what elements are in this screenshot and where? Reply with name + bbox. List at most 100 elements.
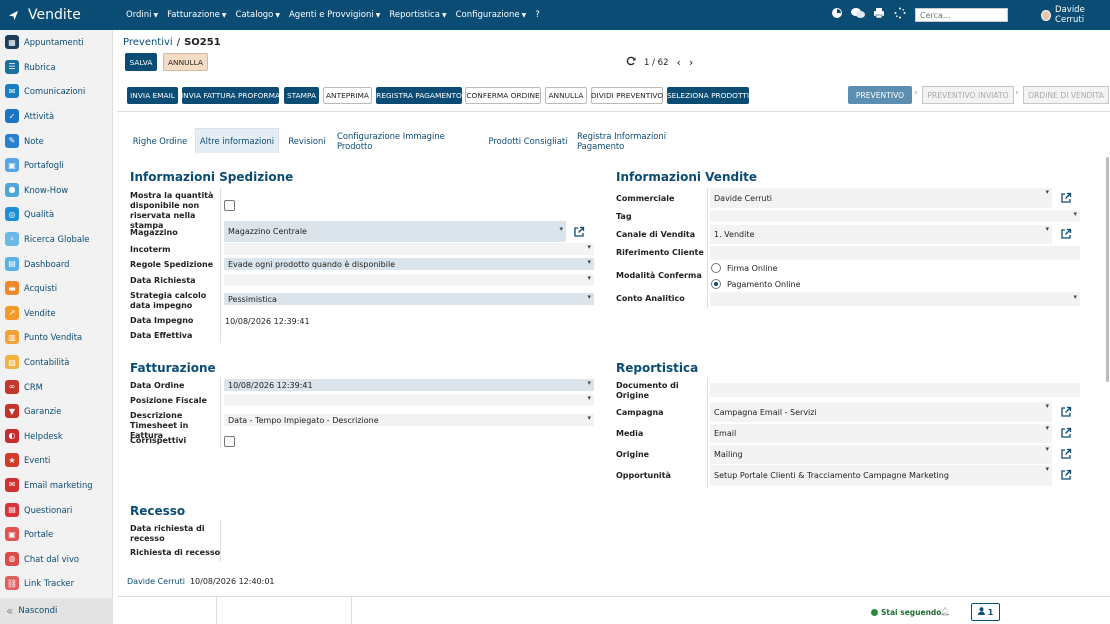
sidebar-item-label: Comunicazioni bbox=[24, 86, 86, 97]
following-status[interactable]: Stai seguendo bbox=[871, 608, 941, 617]
messages-icon[interactable] bbox=[851, 6, 865, 20]
section-title-vendite: Informazioni Vendite bbox=[616, 170, 758, 184]
tab-altre-informazioni[interactable]: Altre informazioni bbox=[195, 128, 279, 153]
sidebar-item-vendite[interactable]: ↗ Vendite bbox=[0, 301, 112, 326]
cancel-order-button[interactable]: ANNULLA bbox=[545, 87, 587, 104]
menu-reportistica[interactable]: Reportistica ▼ bbox=[389, 10, 446, 20]
radio-pagamento-online[interactable] bbox=[711, 279, 721, 289]
menu-help[interactable]: ? bbox=[535, 10, 540, 20]
sidebar-item-link-tracker[interactable]: ⛓ Link Tracker bbox=[0, 571, 112, 596]
timesheet-desc-select[interactable]: Data - Tempo Impiegato - Descrizione ▾ bbox=[224, 414, 594, 426]
print-button[interactable]: STAMPA bbox=[284, 87, 319, 104]
sidebar-item-questionari[interactable]: ▤ Questionari bbox=[0, 497, 112, 522]
last-modified-author[interactable]: Davide Cerruti bbox=[127, 577, 185, 586]
external-link-icon[interactable] bbox=[1060, 228, 1072, 240]
stage-ordine-vendita[interactable]: ORDINE DI VENDITA bbox=[1023, 86, 1109, 104]
strategy-select[interactable]: Pessimistica ▾ bbox=[224, 293, 594, 305]
menu-configurazione[interactable]: Configurazione ▼ bbox=[456, 10, 527, 20]
sidebar-item-rubrica[interactable]: ☰ Rubrica bbox=[0, 55, 112, 80]
sidebar-item-note[interactable]: ✎ Note bbox=[0, 128, 112, 153]
customer-ref-input[interactable] bbox=[710, 246, 1080, 260]
sidebar-item-email-marketing[interactable]: ✉ Email marketing bbox=[0, 473, 112, 498]
radio-firma-online[interactable] bbox=[711, 263, 721, 273]
sidebar-item-appuntamenti[interactable]: ▦ Appuntamenti bbox=[0, 30, 112, 55]
incoterm-select[interactable]: ▾ bbox=[224, 243, 594, 255]
collapse-sidebar-button[interactable]: « Nascondi bbox=[0, 598, 113, 624]
sidebar-item-helpdesk[interactable]: ◐ Helpdesk bbox=[0, 424, 112, 449]
user-menu[interactable]: Davide Cerruti bbox=[1041, 0, 1110, 30]
menu-fatturazione[interactable]: Fatturazione ▼ bbox=[167, 10, 226, 20]
tab-prodotti-consigliati[interactable]: Prodotti Consigliati bbox=[486, 128, 570, 153]
label-source: Origine bbox=[616, 450, 650, 459]
split-quotation-button[interactable]: DIVIDI PREVENTIVO bbox=[591, 87, 663, 104]
sidebar-item-portale[interactable]: ▣ Portale bbox=[0, 522, 112, 547]
warehouse-select[interactable]: Magazzino Centrale ▾ bbox=[224, 221, 566, 242]
preview-button[interactable]: ANTEPRIMA bbox=[323, 87, 372, 104]
send-proforma-button[interactable]: INVIA FATTURA PROFORMA bbox=[181, 87, 280, 104]
show-qty-checkbox[interactable] bbox=[224, 200, 235, 211]
tab-registra-pagamento[interactable]: Registra Informazioni Pagamento bbox=[577, 128, 713, 153]
send-email-button[interactable]: INVIA EMAIL bbox=[127, 87, 178, 104]
tab-righe-ordine[interactable]: Righe Ordine bbox=[128, 128, 192, 153]
menu-catalogo[interactable]: Catalogo ▼ bbox=[236, 10, 280, 20]
external-link-icon[interactable] bbox=[1060, 427, 1072, 439]
analytic-account-select[interactable]: ▾ bbox=[710, 292, 1080, 306]
stage-preventivo[interactable]: PREVENTIVO bbox=[848, 86, 912, 104]
tab-revisioni[interactable]: Revisioni bbox=[284, 128, 330, 153]
divider bbox=[707, 188, 708, 308]
global-search-input[interactable] bbox=[915, 8, 1008, 22]
label-commitment-date: Data Impegno bbox=[130, 316, 194, 325]
order-date-input[interactable]: 10/08/2026 12:39:41 ▾ bbox=[224, 379, 594, 391]
requested-date-input[interactable]: ▾ bbox=[224, 274, 594, 286]
external-link-icon[interactable] bbox=[573, 226, 585, 238]
register-payment-button[interactable]: REGISTRA PAGAMENTO bbox=[376, 87, 462, 104]
sidebar-item-garanzie[interactable]: ▼ Garanzie bbox=[0, 399, 112, 424]
external-link-icon[interactable] bbox=[1060, 406, 1072, 418]
shipping-rules-select[interactable]: Evade ogni prodotto quando è disponibile… bbox=[224, 258, 594, 270]
media-select[interactable]: Email ▾ bbox=[710, 424, 1052, 443]
printer-icon[interactable] bbox=[872, 6, 886, 20]
scrollbar[interactable] bbox=[1106, 157, 1109, 382]
stage-preventivo-inviato[interactable]: PREVENTIVO INVIATO bbox=[922, 86, 1014, 104]
sidebar-item-qualit[interactable]: ◎ Qualità bbox=[0, 202, 112, 227]
sales-channel-select[interactable]: 1. Vendite ▾ bbox=[710, 225, 1052, 244]
sidebar-item-eventi[interactable]: ★ Eventi bbox=[0, 448, 112, 473]
sidebar-item-contabilit[interactable]: ▧ Contabilità bbox=[0, 350, 112, 375]
sidebar-item-crm[interactable]: ∞ CRM bbox=[0, 374, 112, 399]
sidebar-item-portafogli[interactable]: ▣ Portafogli bbox=[0, 153, 112, 178]
menu-ordini[interactable]: Ordini ▼ bbox=[126, 10, 158, 20]
timer-icon[interactable] bbox=[830, 6, 844, 20]
corrispettivi-checkbox[interactable] bbox=[224, 436, 235, 447]
campaign-select[interactable]: Campagna Email - Servizi ▾ bbox=[710, 402, 1052, 422]
sidebar-item-ricerca-globale[interactable]: ⌕ Ricerca Globale bbox=[0, 227, 112, 252]
refresh-icon[interactable] bbox=[626, 56, 636, 69]
opportunity-select[interactable]: Setup Portale Clienti & Tracciamento Cam… bbox=[710, 465, 1052, 486]
breadcrumb-parent[interactable]: Preventivi bbox=[123, 37, 173, 48]
external-link-icon[interactable] bbox=[1060, 469, 1072, 481]
external-link-icon[interactable] bbox=[1060, 448, 1072, 460]
save-button[interactable]: SALVA bbox=[125, 53, 157, 71]
app-brand[interactable]: Vendite bbox=[8, 0, 81, 30]
menu-agenti[interactable]: Agenti e Provvigioni ▼ bbox=[289, 10, 380, 20]
confirm-order-button[interactable]: CONFERMA ORDINE bbox=[465, 87, 541, 104]
origin-document-input[interactable] bbox=[710, 383, 1080, 397]
discard-button[interactable]: ANNULLA bbox=[163, 53, 208, 71]
sidebar-item-attivit[interactable]: ✓ Attività bbox=[0, 104, 112, 129]
fiscal-position-select[interactable]: ▾ bbox=[224, 394, 594, 406]
sidebar-item-punto-vendita[interactable]: ▥ Punto Vendita bbox=[0, 325, 112, 350]
salesperson-select[interactable]: Davide Cerruti ▾ bbox=[710, 188, 1052, 208]
followers-button[interactable]: 1 bbox=[971, 603, 1000, 621]
external-link-icon[interactable] bbox=[1060, 192, 1072, 204]
tab-configurazione-immagine[interactable]: Configurazione Immagine Prodotto bbox=[337, 128, 480, 153]
pager-previous-icon[interactable]: ‹ bbox=[677, 56, 681, 69]
sidebar-item-know-how[interactable]: ● Know-How bbox=[0, 178, 112, 203]
sidebar-item-acquisti[interactable]: ▬ Acquisti bbox=[0, 276, 112, 301]
sidebar-item-comunicazioni[interactable]: ✉ Comunicazioni bbox=[0, 79, 112, 104]
select-products-button[interactable]: SELEZIONA PRODOTTI bbox=[667, 87, 749, 104]
bell-icon[interactable]: 🔔︎ bbox=[940, 607, 950, 616]
tag-select[interactable]: ▾ bbox=[710, 210, 1080, 222]
source-select[interactable]: Mailing ▾ bbox=[710, 445, 1052, 464]
sidebar-item-dashboard[interactable]: ▤ Dashboard bbox=[0, 251, 112, 276]
sidebar-item-chat-dal-vivo[interactable]: ◍ Chat dal vivo bbox=[0, 546, 112, 571]
pager-next-icon[interactable]: › bbox=[689, 56, 693, 69]
